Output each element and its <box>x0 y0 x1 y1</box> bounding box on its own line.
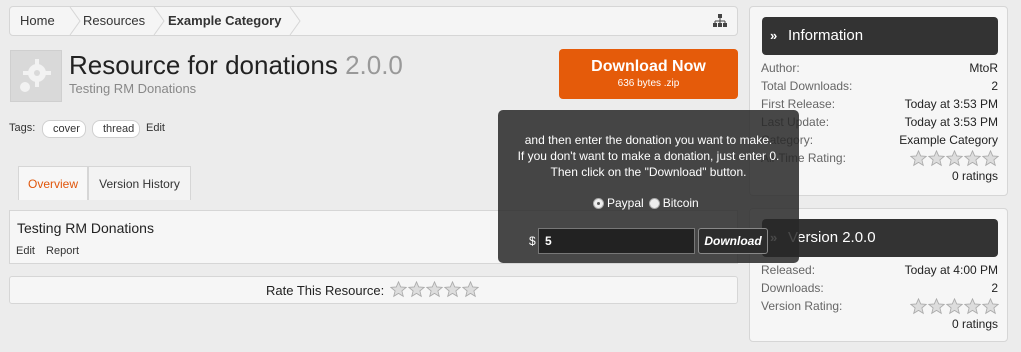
rate-resource-label: Rate This Resource: <box>266 283 385 298</box>
star-icon <box>928 150 945 167</box>
breadcrumb-resources[interactable]: Resources <box>83 7 145 35</box>
star-icon <box>946 298 963 315</box>
donation-message-line: If you don't want to make a donation, ju… <box>517 149 780 163</box>
star-icon[interactable] <box>444 281 461 298</box>
version-ratings-count: 0 ratings <box>761 317 998 335</box>
resource-tagline: Testing RM Donations <box>69 81 197 96</box>
resource-title: Resource for donations 2.0.0 <box>69 50 403 81</box>
star-icon <box>910 298 927 315</box>
chevron-right-icon: » <box>770 28 778 43</box>
star-icon <box>964 298 981 315</box>
all-time-rating-stars <box>910 150 999 167</box>
breadcrumb-home[interactable]: Home <box>20 7 55 35</box>
tag-thread[interactable]: thread <box>92 120 141 138</box>
version-row-released: Released: Today at 4:00 PM <box>761 263 998 281</box>
version-row-downloads: Downloads: 2 <box>761 281 998 299</box>
info-value: Today at 3:53 PM <box>904 97 998 111</box>
info-row-downloads: Total Downloads: 2 <box>761 79 998 97</box>
breadcrumb-category[interactable]: Example Category <box>168 7 281 35</box>
info-value[interactable]: MtoR <box>969 61 998 75</box>
information-heading: » Information <box>762 17 998 55</box>
breadcrumb-separator-icon <box>289 7 301 35</box>
rate-resource-bar: Rate This Resource: <box>9 276 738 304</box>
description-actions: Edit Report <box>16 245 87 257</box>
info-value[interactable]: Example Category <box>899 133 998 147</box>
payment-method-options: Paypal Bitcoin <box>593 196 699 210</box>
info-row-author: Author: MtoR <box>761 61 998 79</box>
star-icon[interactable] <box>390 281 407 298</box>
bitcoin-radio[interactable] <box>648 197 660 209</box>
report-link[interactable]: Report <box>46 245 79 257</box>
information-heading-text: Information <box>788 27 864 44</box>
resource-title-text: Resource for donations <box>69 50 338 80</box>
donation-download-button[interactable]: Download <box>698 228 768 254</box>
version-heading-text: Version 2.0.0 <box>788 229 876 246</box>
star-icon <box>946 150 963 167</box>
info-value: Today at 3:53 PM <box>904 115 998 129</box>
donation-message: and then enter the donation you want to … <box>498 132 799 180</box>
currency-symbol: $ <box>529 234 536 248</box>
version-label: Version Rating: <box>761 299 843 313</box>
star-icon <box>910 150 927 167</box>
version-rating-stars <box>910 298 999 315</box>
tags-edit-link[interactable]: Edit <box>146 122 165 134</box>
download-now-label: Download Now <box>591 58 706 75</box>
star-icon <box>982 298 999 315</box>
star-icon[interactable] <box>462 281 479 298</box>
donation-message-line: Then click on the "Download" button. <box>550 165 747 179</box>
donation-amount-input[interactable]: 5 <box>538 228 695 254</box>
tags-label: Tags: <box>9 122 36 134</box>
bitcoin-label[interactable]: Bitcoin <box>663 196 699 210</box>
star-icon <box>928 298 945 315</box>
info-value: 2 <box>991 79 998 93</box>
tab-version-history[interactable]: Version History <box>88 166 191 200</box>
download-file-info: 636 bytes .zip <box>617 78 680 89</box>
gear-icon <box>20 59 51 92</box>
donation-message-line: and then enter the donation you want to … <box>524 133 773 147</box>
ratings-count: 0 ratings <box>951 169 998 183</box>
star-icon <box>982 150 999 167</box>
paypal-radio[interactable] <box>593 197 604 209</box>
version-label: Downloads: <box>761 281 824 295</box>
version-value: 2 <box>991 281 998 295</box>
tab-overview[interactable]: Overview <box>18 166 88 200</box>
version-label: Released: <box>761 263 816 277</box>
info-label: Total Downloads: <box>761 79 853 93</box>
info-label: First Release: <box>761 97 836 111</box>
download-now-button[interactable]: Download Now 636 bytes .zip <box>559 49 738 99</box>
tag-cover[interactable]: cover <box>42 120 86 138</box>
rating-stars[interactable] <box>390 281 479 298</box>
version-value: Today at 4:00 PM <box>904 263 998 277</box>
resource-version: 2.0.0 <box>345 50 403 80</box>
star-icon[interactable] <box>426 281 443 298</box>
sitemap-icon[interactable] <box>713 14 727 28</box>
star-icon[interactable] <box>408 281 425 298</box>
info-label: Author: <box>761 61 800 75</box>
ratings-count: 0 ratings <box>951 317 998 331</box>
donation-popup: and then enter the donation you want to … <box>498 110 799 263</box>
breadcrumb-separator-icon <box>153 7 165 35</box>
breadcrumb: Home Resources Example Category <box>9 6 738 36</box>
star-icon <box>964 150 981 167</box>
paypal-label[interactable]: Paypal <box>607 196 644 210</box>
resource-icon <box>10 50 62 102</box>
description-title: Testing RM Donations <box>17 220 154 236</box>
breadcrumb-separator-icon <box>69 7 81 35</box>
edit-link[interactable]: Edit <box>16 245 35 257</box>
